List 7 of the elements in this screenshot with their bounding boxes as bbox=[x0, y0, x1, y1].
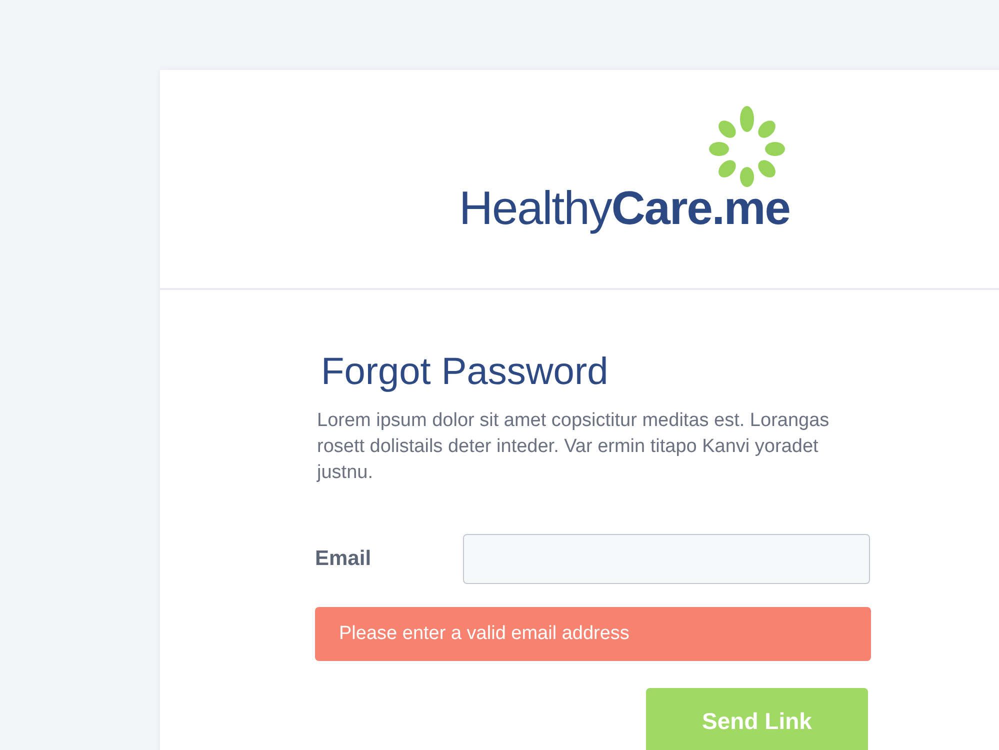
page-title: Forgot Password bbox=[321, 350, 610, 394]
email-field[interactable] bbox=[463, 534, 870, 584]
logo-text: HealthyCare.me bbox=[459, 180, 790, 235]
description-text: Lorem ipsum dolor sit amet copsictitur meditas est. Lorangas rosett dolistails deter inteder. Var ermin titapo Kanvi yoradet justnu. bbox=[317, 409, 830, 485]
error-message: Please enter a valid email address bbox=[315, 607, 871, 661]
send-link-button[interactable]: Send Link bbox=[646, 688, 868, 750]
email-label: Email bbox=[315, 547, 372, 571]
